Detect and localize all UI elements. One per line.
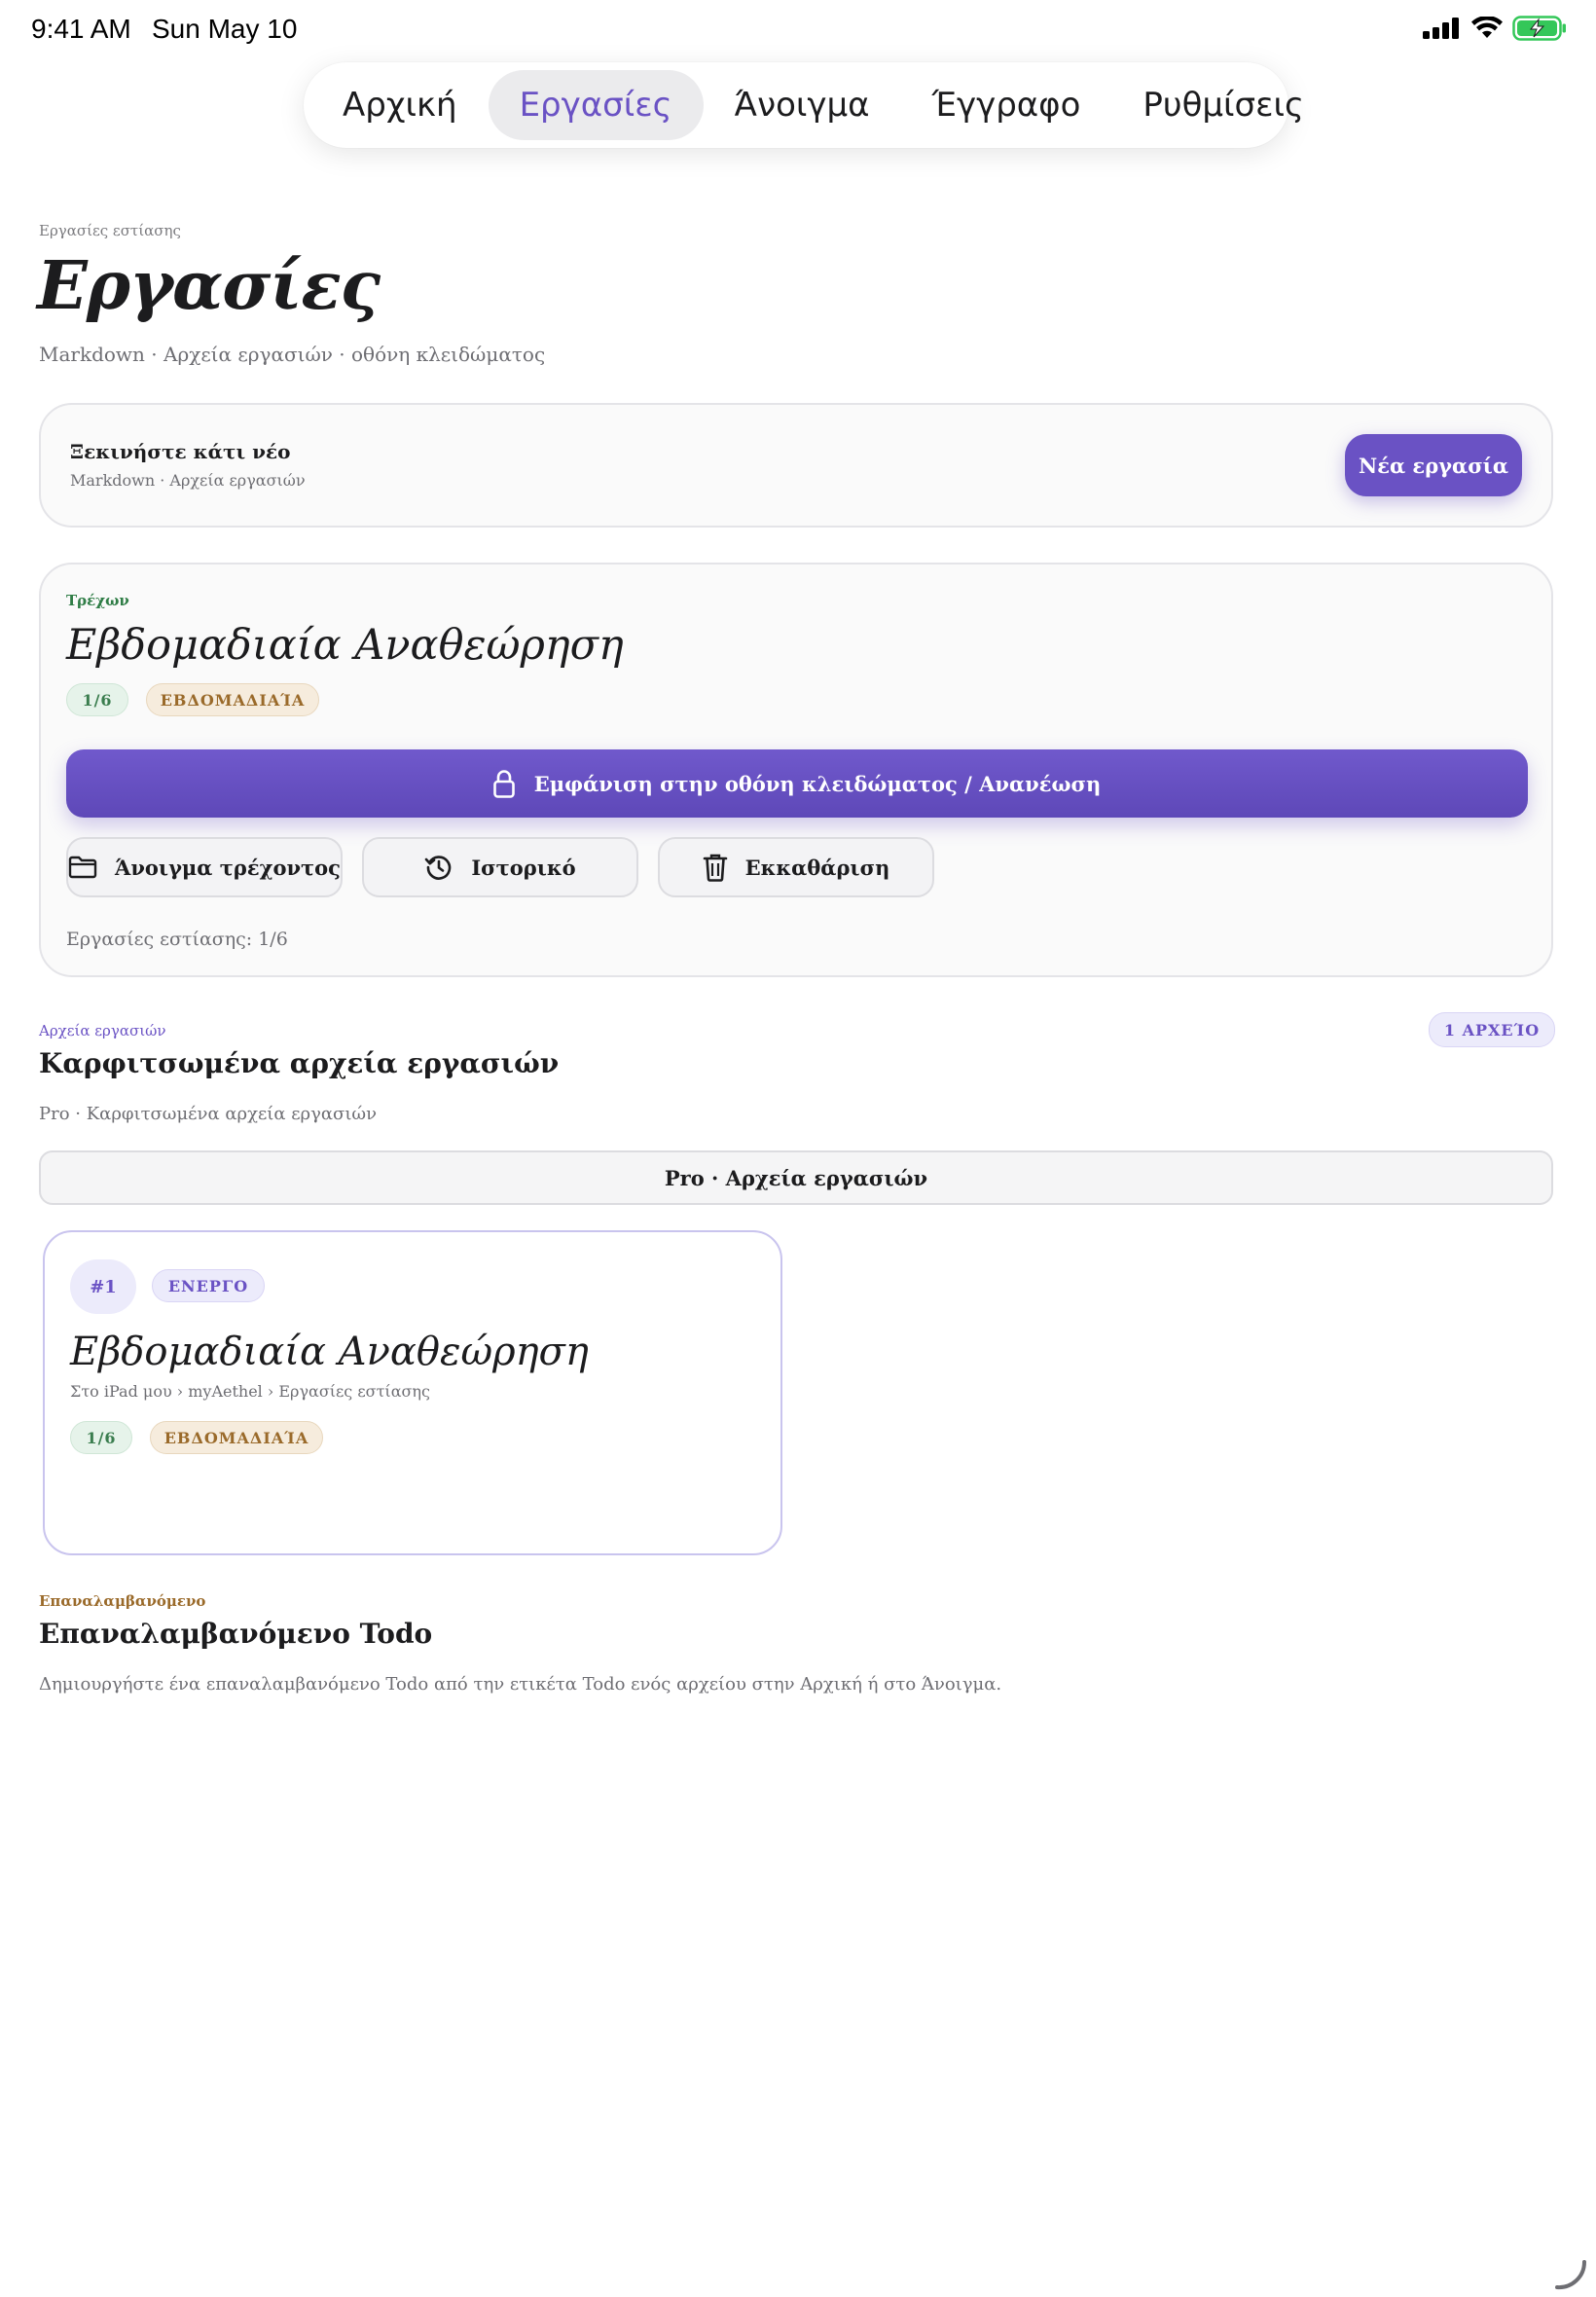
file-path: Στο iPad μου › myAethel › Εργασίες εστία… bbox=[70, 1382, 430, 1401]
tab-open[interactable]: Άνοιγμα bbox=[704, 70, 901, 140]
pinned-title: Καρφιτσωμένα αρχεία εργασιών bbox=[39, 1047, 560, 1079]
page-subtitle: Markdown · Αρχεία εργασιών · οθόνη κλειδ… bbox=[39, 343, 546, 366]
pro-task-files-bar[interactable]: Pro · Αρχεία εργασιών bbox=[39, 1150, 1553, 1205]
start-card-subtitle: Markdown · Αρχεία εργασιών bbox=[70, 471, 306, 490]
lock-screen-button-label: Εμφάνιση στην οθόνη κλειδώματος / Ανανέω… bbox=[533, 771, 1102, 796]
page-eyebrow: Εργασίες εστίασης bbox=[39, 222, 181, 239]
period-badge: ΕΒΔΟΜΑΔΙΑΊΑ bbox=[146, 683, 319, 716]
page-title: Εργασίες bbox=[37, 247, 381, 325]
pinned-eyebrow: Αρχεία εργασιών bbox=[39, 1022, 166, 1039]
file-progress-badge: 1/6 bbox=[70, 1421, 132, 1454]
top-tab-bar: Αρχική Εργασίες Άνοιγμα Έγγραφο Ρυθμίσει… bbox=[304, 62, 1304, 148]
tab-settings[interactable]: Ρυθμίσεις bbox=[1111, 70, 1335, 140]
current-task-card: Τρέχων Εβδομαδιαία Αναθεώρηση 1/6 ΕΒΔΟΜΑ… bbox=[39, 563, 1553, 977]
progress-badge: 1/6 bbox=[66, 683, 128, 716]
lock-icon bbox=[492, 770, 515, 798]
wifi-icon bbox=[1471, 17, 1503, 38]
new-task-button[interactable]: Νέα εργασία bbox=[1345, 434, 1522, 496]
file-title: Εβδομαδιαία Αναθεώρηση bbox=[70, 1330, 589, 1374]
status-icons bbox=[1423, 16, 1567, 41]
open-current-label: Άνοιγμα τρέχοντος bbox=[115, 855, 341, 880]
file-status-badge: ΕΝΕΡΓΟ bbox=[152, 1269, 265, 1302]
tab-home[interactable]: Αρχική bbox=[311, 70, 489, 140]
tab-document[interactable]: Έγγραφο bbox=[901, 70, 1112, 140]
file-count-badge: 1 ΑΡΧΕΊΟ bbox=[1429, 1012, 1555, 1047]
recurring-eyebrow: Επαναλαμβανόμενο bbox=[39, 1592, 206, 1610]
folder-icon bbox=[68, 856, 97, 879]
status-time: 9:41 AM bbox=[31, 14, 131, 44]
pinned-subtitle: Pro · Καρφιτσωμένα αρχεία εργασιών bbox=[39, 1104, 378, 1124]
resize-handle-icon[interactable] bbox=[1553, 2256, 1588, 2291]
start-card-title: Ξεκινήστε κάτι νέο bbox=[70, 440, 291, 463]
history-icon bbox=[425, 856, 452, 880]
open-current-button[interactable]: Άνοιγμα τρέχοντος bbox=[66, 837, 343, 897]
start-new-card: Ξεκινήστε κάτι νέο Markdown · Αρχεία εργ… bbox=[39, 403, 1553, 528]
recurring-title: Επαναλαμβανόμενο Todo bbox=[39, 1618, 433, 1650]
clear-button[interactable]: Εκκαθάριση bbox=[658, 837, 934, 897]
current-task-title: Εβδομαδιαία Αναθεώρηση bbox=[66, 621, 624, 670]
current-label: Τρέχων bbox=[66, 592, 129, 609]
trash-icon bbox=[703, 854, 727, 882]
file-period-badge: ΕΒΔΟΜΑΔΙΑΊΑ bbox=[150, 1421, 323, 1454]
recurring-description: Δημιουργήστε ένα επαναλαμβανόμενο Todo α… bbox=[39, 1674, 1002, 1695]
tab-tasks[interactable]: Εργασίες bbox=[488, 70, 704, 140]
history-label: Ιστορικό bbox=[471, 855, 576, 880]
lock-screen-button[interactable]: Εμφάνιση στην οθόνη κλειδώματος / Ανανέω… bbox=[66, 749, 1528, 818]
clear-label: Εκκαθάριση bbox=[744, 855, 890, 880]
focus-count: Εργασίες εστίασης: 1/6 bbox=[66, 929, 288, 950]
pinned-file-card[interactable]: #1 ΕΝΕΡΓΟ Εβδομαδιαία Αναθεώρηση Στο iPa… bbox=[43, 1230, 782, 1555]
file-index: #1 bbox=[70, 1259, 136, 1314]
battery-charging-icon bbox=[1512, 16, 1566, 41]
status-bar: 9:41 AM Sun May 10 bbox=[0, 0, 1596, 60]
status-date: Sun May 10 bbox=[152, 14, 298, 44]
history-button[interactable]: Ιστορικό bbox=[362, 837, 638, 897]
signal-icon bbox=[1423, 18, 1459, 39]
